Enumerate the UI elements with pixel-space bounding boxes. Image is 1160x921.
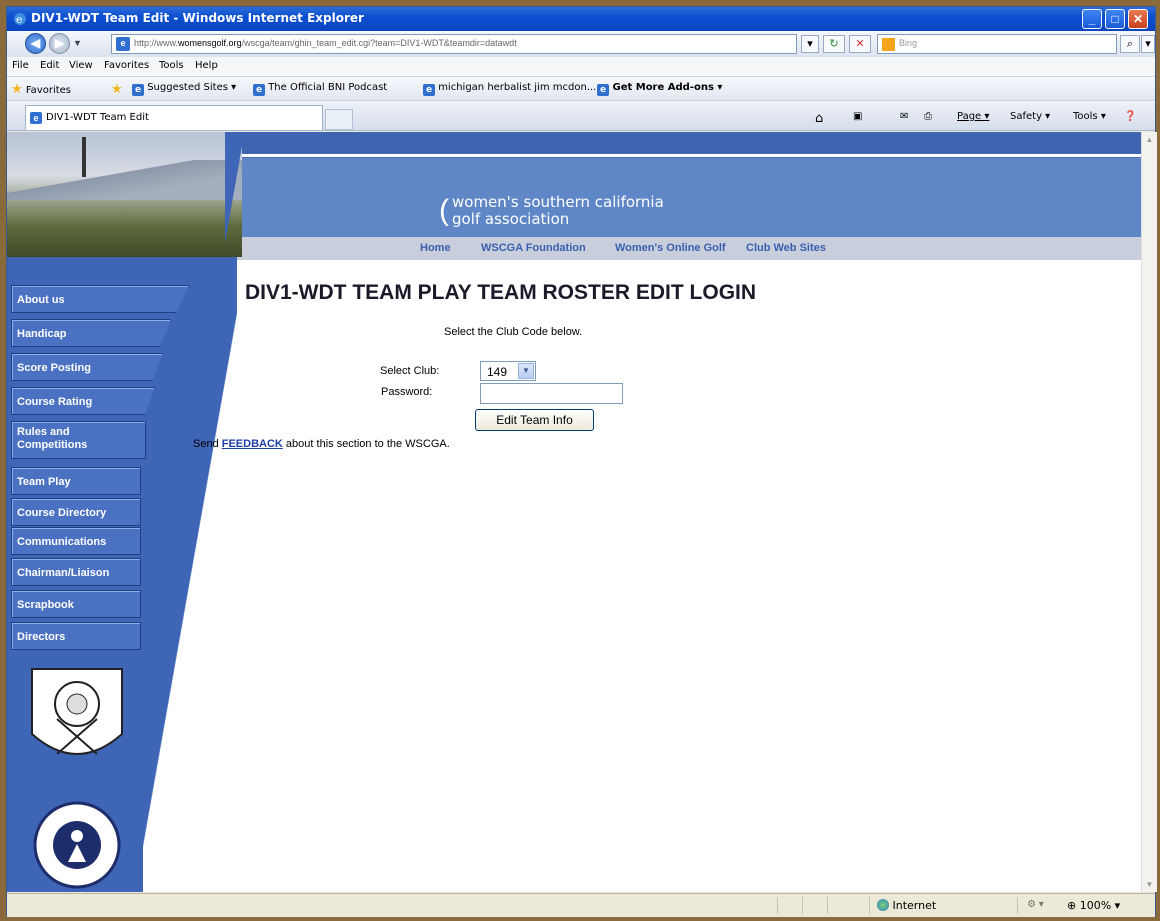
golf-course-photo (7, 132, 242, 257)
menu-view[interactable]: View (69, 60, 93, 71)
back-button[interactable]: ◀ (25, 33, 46, 54)
zoom-level[interactable]: ⊕ 100% ▾ (1067, 899, 1120, 912)
feedback-text: Send FEEDBACK about this section to the … (193, 438, 450, 450)
help-icon[interactable]: ❓ (1124, 111, 1136, 122)
scroll-up-icon[interactable]: ▲ (1142, 132, 1157, 147)
vertical-scrollbar[interactable]: ▲ ▼ (1141, 132, 1157, 892)
favorites-button[interactable]: ★ Favorites (11, 82, 71, 97)
sidebar-item-communications[interactable]: Communications (11, 527, 141, 555)
club-select-value: 149 (487, 365, 508, 379)
flag-pin-icon (82, 137, 86, 177)
minimize-button[interactable]: _ (1082, 9, 1102, 29)
maximize-button[interactable]: □ (1105, 9, 1125, 29)
menu-favorites[interactable]: Favorites (104, 60, 149, 71)
password-label: Password: (381, 386, 433, 398)
status-bar: Internet ⚙ ▾ ⊕ 100% ▾ (7, 893, 1155, 917)
menu-edit[interactable]: Edit (40, 60, 59, 71)
feeds-icon[interactable]: ▣ (853, 111, 862, 122)
window-title: DIV1-WDT Team Edit - Windows Internet Ex… (31, 11, 364, 25)
search-options-button[interactable]: ▾ (1141, 35, 1155, 53)
search-box[interactable]: Bing (877, 34, 1117, 54)
protected-mode-icon[interactable]: ⚙ ▾ (1027, 899, 1044, 910)
nav-home[interactable]: Home (420, 242, 451, 254)
add-favorite-icon[interactable]: ★ (111, 82, 123, 97)
favorites-bar: ★ Favorites ★ e Suggested Sites ▾ e The … (7, 77, 1155, 101)
home-icon[interactable]: ⌂ (815, 111, 823, 126)
sidebar-item-directors[interactable]: Directors (11, 622, 141, 650)
nav-womens-online-golf[interactable]: Women's Online Golf (615, 242, 726, 254)
sidebar-item-scrapbook[interactable]: Scrapbook (11, 590, 141, 618)
search-placeholder: Bing (899, 38, 918, 48)
feedback-link[interactable]: FEEDBACK (222, 438, 283, 450)
menu-file[interactable]: File (12, 60, 29, 71)
womens-golf-association-crest-icon (31, 668, 123, 755)
sidebar-item-rules-and-competitions[interactable]: Rules and Competitions (11, 421, 146, 459)
nav-club-web-sites[interactable]: Club Web Sites (746, 242, 826, 254)
instruction-text: Select the Club Code below. (444, 326, 583, 338)
org-name: women's southern california golf associa… (452, 193, 664, 228)
address-toolbar: ◀ ▶ ▼ e http://www.womensgolf.org/wscga/… (7, 31, 1155, 57)
history-dropdown-icon[interactable]: ▼ (73, 38, 82, 48)
page-icon: e (116, 37, 130, 51)
print-icon[interactable]: ⎙ (924, 111, 932, 122)
fav-michigan-herbalist[interactable]: e michigan herbalist jim mcdon... (423, 82, 596, 96)
address-url[interactable]: http://www.womensgolf.org/wscga/team/ghi… (134, 38, 517, 48)
stop-button[interactable]: ✕ (849, 35, 871, 53)
fav-get-more-addons[interactable]: e Get More Add-ons ▾ (597, 82, 722, 96)
tab-label: DIV1-WDT Team Edit (46, 112, 149, 123)
page-title: DIV1-WDT TEAM PLAY TEAM ROSTER EDIT LOGI… (245, 281, 757, 304)
top-stripe (235, 132, 1141, 154)
sidebar-item-team-play[interactable]: Team Play (11, 467, 141, 495)
browser-window: e DIV1-WDT Team Edit - Windows Internet … (6, 6, 1157, 917)
refresh-button[interactable]: ↻ (823, 35, 845, 53)
tab-icon: e (30, 112, 42, 124)
fav-bni-podcast[interactable]: e The Official BNI Podcast (253, 82, 387, 96)
header-band (227, 157, 1141, 237)
safety-menu[interactable]: Safety ▾ (1010, 111, 1050, 122)
tools-menu[interactable]: Tools ▾ (1073, 111, 1106, 122)
scroll-down-icon[interactable]: ▼ (1142, 877, 1157, 892)
edit-team-info-button[interactable]: Edit Team Info (475, 409, 594, 431)
star-icon: ★ (11, 82, 23, 97)
fav-suggested-sites[interactable]: e Suggested Sites ▾ (132, 82, 236, 96)
password-field[interactable] (480, 383, 623, 404)
new-tab-button[interactable] (325, 109, 353, 130)
club-select[interactable]: 149 ▼ (480, 361, 536, 381)
address-bar[interactable]: e http://www.womensgolf.org/wscga/team/g… (111, 34, 797, 54)
sidebar-item-course-directory[interactable]: Course Directory (11, 498, 141, 526)
sidebar-item-score-posting[interactable]: Score Posting (11, 353, 163, 381)
address-dropdown-button[interactable]: ▾ (801, 35, 819, 53)
sidebar-item-course-rating[interactable]: Course Rating (11, 387, 155, 415)
sidebar-item-chairman-liaison[interactable]: Chairman/Liaison (11, 558, 141, 586)
sidebar-item-about-us[interactable]: About us (11, 285, 189, 313)
close-button[interactable]: ✕ (1128, 9, 1148, 29)
globe-icon (877, 899, 889, 911)
search-button[interactable]: ⌕ (1120, 35, 1140, 53)
title-bar: e DIV1-WDT Team Edit - Windows Internet … (7, 7, 1155, 31)
menu-bar: File Edit View Favorites Tools Help (7, 57, 1155, 77)
chevron-down-icon[interactable]: ▼ (518, 363, 534, 379)
forward-button[interactable]: ▶ (49, 33, 70, 54)
sidebar-item-handicap[interactable]: Handicap (11, 319, 171, 347)
wscga-foundation-seal-icon (33, 801, 121, 889)
nav-wscga-foundation[interactable]: WSCGA Foundation (481, 242, 586, 254)
tab-bar: e DIV1-WDT Team Edit ⌂ ▣ ✉ ⎙ Page ▾ Safe… (7, 101, 1155, 131)
bing-icon (882, 38, 895, 51)
page-content: ( women's southern california golf assoc… (7, 132, 1141, 892)
ie-logo-icon: e (14, 13, 26, 26)
tab-active[interactable]: e DIV1-WDT Team Edit (25, 105, 323, 130)
club-label: Select Club: (380, 365, 440, 377)
svg-text:e: e (16, 13, 23, 26)
menu-help[interactable]: Help (195, 60, 218, 71)
mail-icon[interactable]: ✉ (900, 111, 908, 122)
security-zone: Internet (877, 899, 936, 912)
wscga-logo-swoosh-icon: ( (439, 194, 449, 227)
menu-tools[interactable]: Tools (159, 60, 184, 71)
page-menu[interactable]: Page ▾ (957, 111, 989, 122)
